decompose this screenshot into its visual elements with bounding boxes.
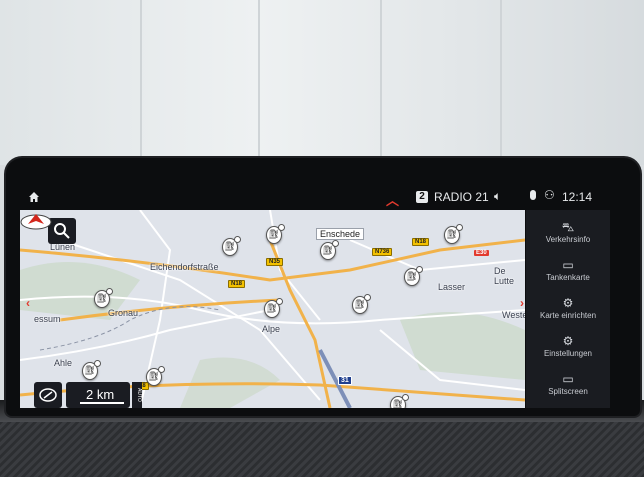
auto-zoom-badge[interactable]: AUTO bbox=[132, 382, 142, 408]
menu-item-einstellungen[interactable]: ⚙︎ Einstellungen bbox=[526, 328, 610, 366]
microphone-icon[interactable] bbox=[530, 190, 536, 200]
place-label: essum bbox=[34, 314, 61, 324]
road-shield: 31 bbox=[338, 376, 352, 385]
fuel-station-icon[interactable]: ⛽︎ bbox=[82, 360, 101, 380]
place-label: Weste bbox=[502, 310, 525, 320]
fuel-station-icon[interactable]: ⛽︎ bbox=[320, 240, 339, 260]
place-label: Lasser bbox=[438, 282, 466, 292]
place-label: Ahle bbox=[54, 358, 73, 368]
road-shield: N736 bbox=[372, 248, 393, 256]
navigation-map[interactable]: Enschede Lünen Eichendorfstraße Gronau A… bbox=[20, 210, 525, 408]
fuel-station-icon[interactable]: ⛽︎ bbox=[352, 294, 371, 314]
menu-item-karte-einrichten[interactable]: ⚙︎ Karte einrichten bbox=[526, 290, 610, 328]
search-icon bbox=[54, 223, 70, 239]
wall-seam bbox=[140, 0, 142, 165]
wall-seam bbox=[380, 0, 382, 165]
road-shield: N18 bbox=[412, 238, 430, 246]
map-scale[interactable]: 2 km bbox=[66, 382, 130, 408]
fuel-station-icon[interactable]: ⛽︎ bbox=[222, 236, 241, 256]
fuel-station-icon[interactable]: ⛽︎ bbox=[390, 394, 409, 408]
map-orientation-button[interactable] bbox=[34, 382, 62, 408]
fuel-card-icon: ▭ bbox=[562, 258, 574, 272]
menu-item-tankenkarte[interactable]: ▭ Tankenkarte bbox=[526, 252, 610, 290]
gear-icon: ⚙︎ bbox=[562, 334, 574, 348]
fuel-station-icon[interactable]: ⛽︎ bbox=[146, 366, 165, 386]
place-label: Alpe bbox=[262, 324, 281, 334]
chevron-up-icon[interactable]: ︿ bbox=[386, 190, 399, 209]
menu-item-verkehrsinfo[interactable]: ⛍ Verkehrsinfo bbox=[526, 214, 610, 252]
place-label: Enschede bbox=[316, 228, 365, 240]
fuel-station-icon[interactable]: ⛽︎ bbox=[94, 288, 113, 308]
clock: 12:14 bbox=[562, 190, 593, 204]
map-search-button[interactable] bbox=[48, 218, 76, 244]
map-side-menu: ⛍ Verkehrsinfo ▭ Tankenkarte ⚙︎ Karte ei… bbox=[526, 210, 610, 408]
map-settings-icon: ⚙︎ bbox=[562, 296, 574, 310]
traffic-icon: ⛍ bbox=[561, 220, 575, 234]
menu-item-label: Einstellungen bbox=[543, 349, 593, 358]
place-label: De Lutte bbox=[494, 266, 515, 286]
fuel-station-icon[interactable]: ⛽︎ bbox=[404, 266, 423, 286]
compass-icon bbox=[39, 388, 57, 402]
home-icon[interactable] bbox=[28, 191, 40, 203]
user-icon[interactable]: ⚇ bbox=[544, 188, 555, 202]
speaker-icon[interactable]: 🔈︎ bbox=[494, 189, 501, 204]
wall-seam bbox=[258, 0, 260, 165]
place-label: Eichendorfstraße bbox=[150, 262, 219, 272]
road-shield: N18 bbox=[228, 280, 246, 288]
fuel-station-icon[interactable]: ⛽︎ bbox=[264, 298, 283, 318]
menu-item-label: Verkehrsinfo bbox=[545, 235, 591, 244]
vehicle-position-icon bbox=[20, 214, 52, 230]
wall-seam bbox=[500, 0, 502, 165]
chevron-right-icon[interactable]: › bbox=[520, 296, 524, 310]
fuel-station-icon[interactable]: ⛽︎ bbox=[266, 224, 285, 244]
fuel-station-icon[interactable]: ⛽︎ bbox=[444, 224, 463, 244]
menu-item-splitscreen[interactable]: ▭ Splitscreen bbox=[526, 366, 610, 404]
road-shield: E30 bbox=[474, 250, 489, 256]
background-wall bbox=[0, 0, 644, 165]
road-shield: N35 bbox=[266, 258, 284, 266]
menu-item-label: Splitscreen bbox=[548, 387, 588, 396]
splitscreen-icon: ▭ bbox=[562, 372, 574, 386]
place-label: Gronau bbox=[108, 308, 139, 318]
menu-item-label: Karte einrichten bbox=[539, 311, 597, 320]
scale-bar bbox=[80, 402, 124, 404]
scale-label: 2 km bbox=[86, 387, 115, 402]
chevron-left-icon[interactable]: ‹ bbox=[26, 296, 30, 310]
radio-station-label[interactable]: RADIO 21 bbox=[434, 190, 489, 204]
status-bar: ︿ 2 RADIO 21 🔈︎ ⚇ 12:14 bbox=[14, 188, 606, 208]
radio-preset-badge: 2 bbox=[416, 191, 428, 203]
menu-item-label: Tankenkarte bbox=[546, 273, 590, 282]
